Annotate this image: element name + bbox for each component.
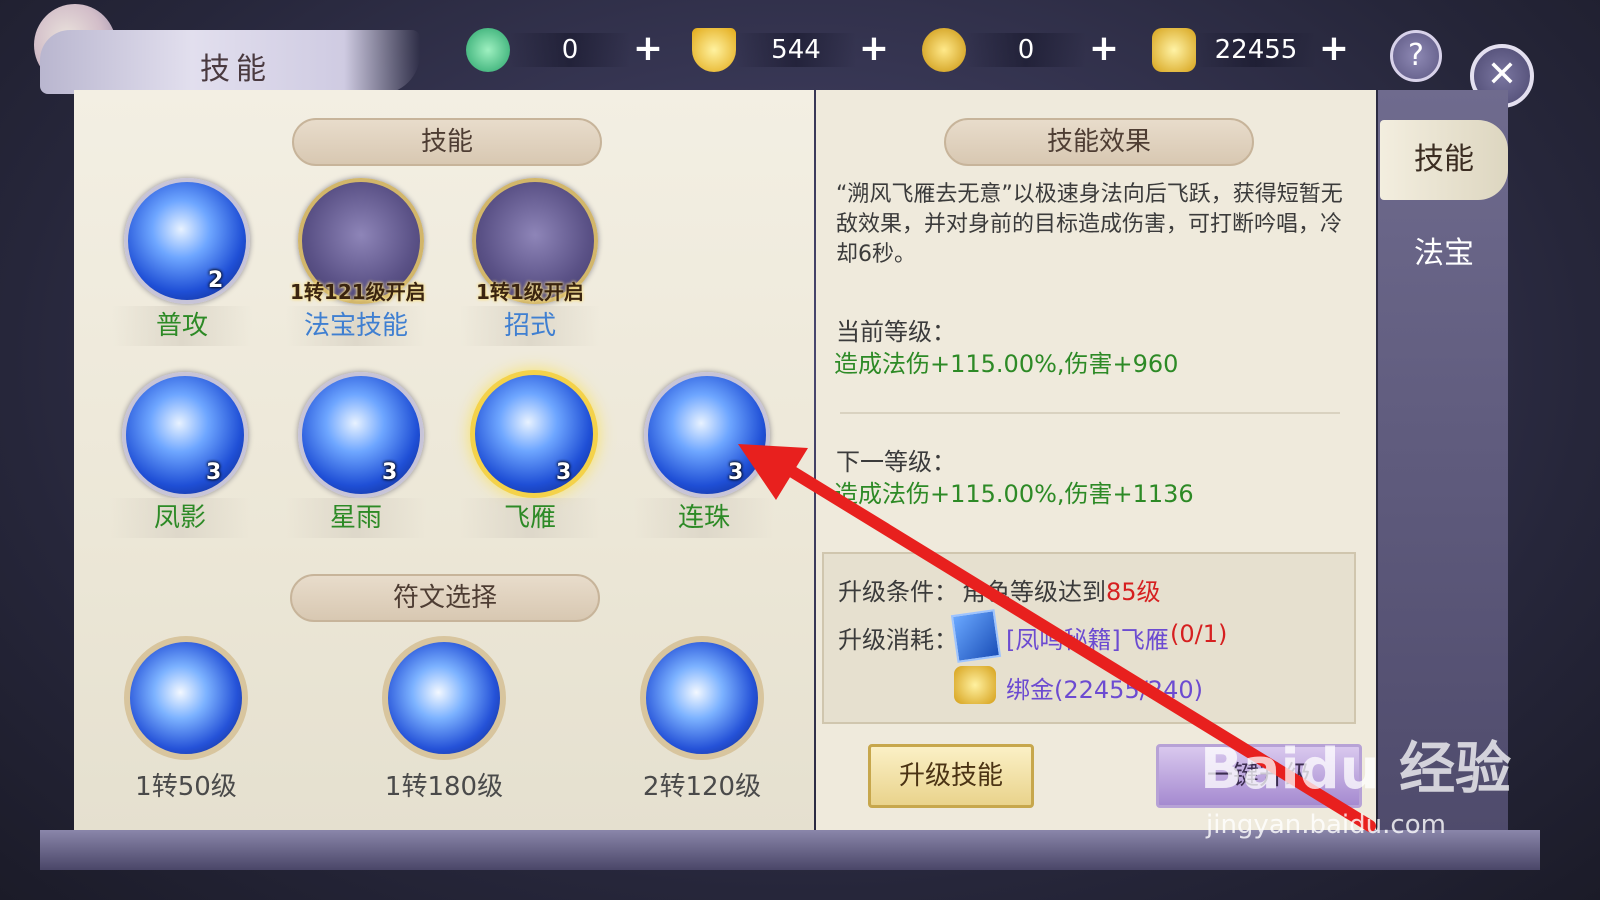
watermark-brand: Baidu 经验 bbox=[1200, 737, 1512, 802]
watermark-url: jingyan.baidu.com bbox=[1206, 810, 1446, 840]
